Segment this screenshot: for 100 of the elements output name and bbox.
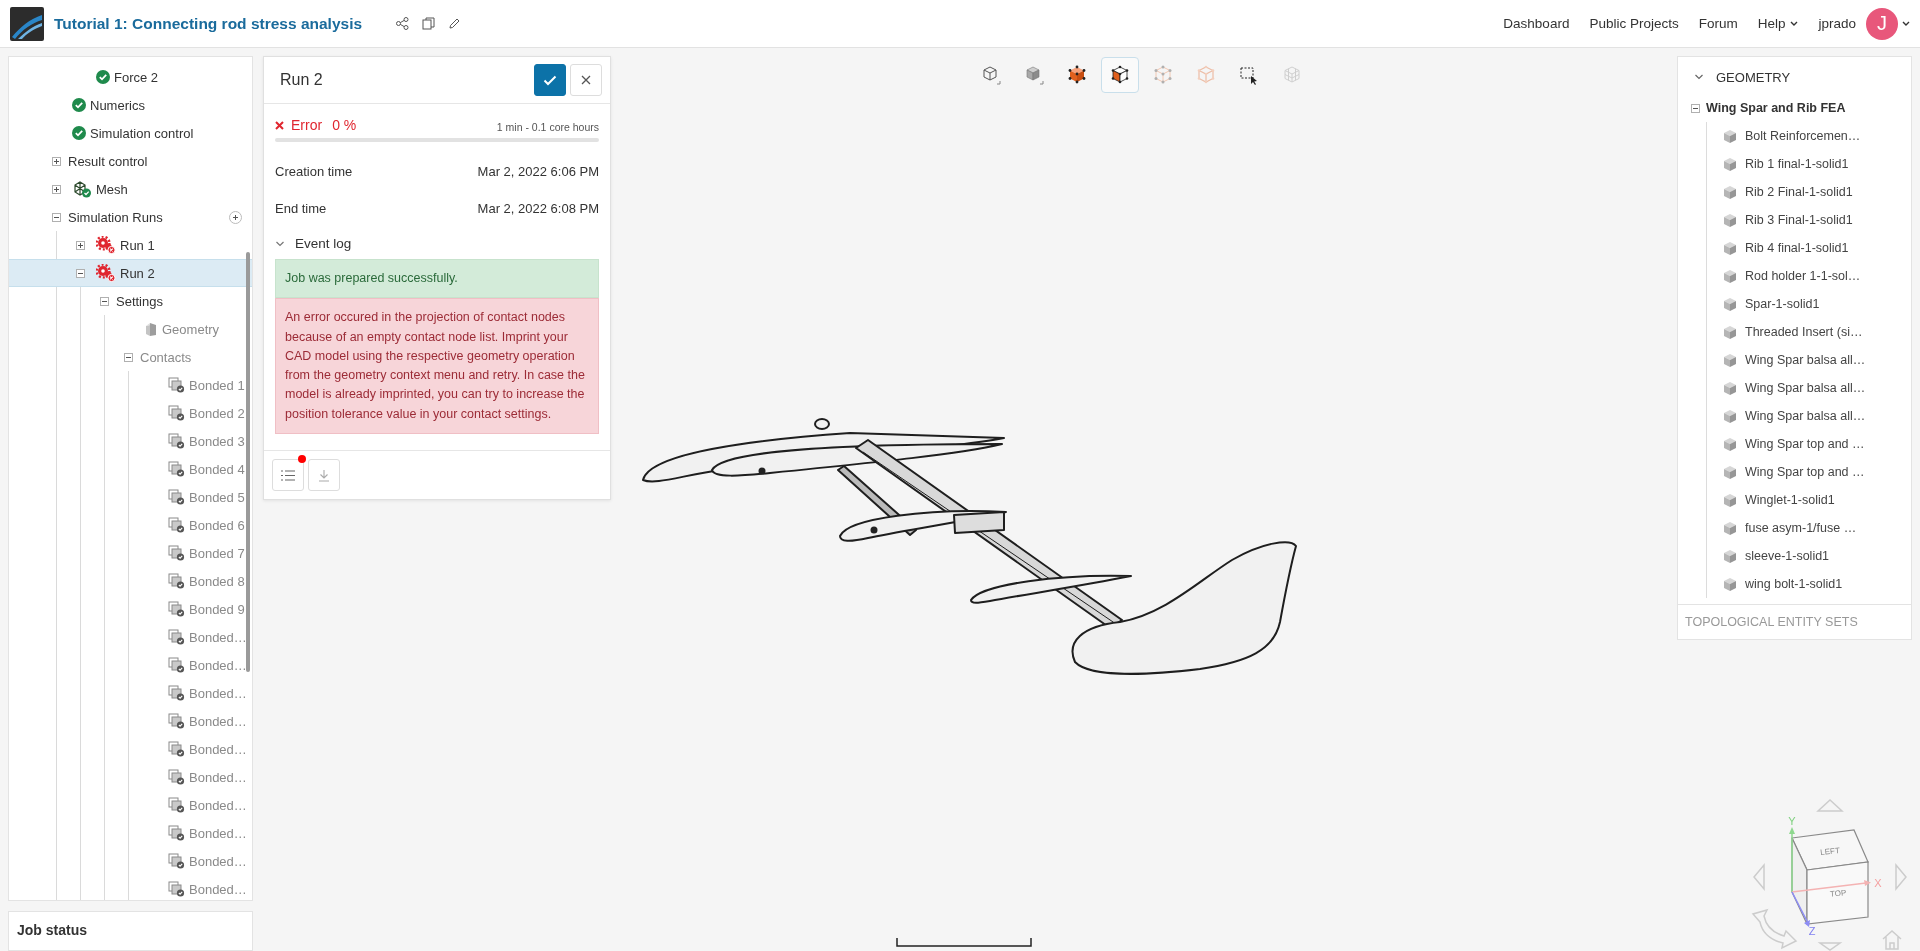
contact-pair-icon bbox=[168, 461, 185, 477]
axis-label: Z bbox=[1808, 925, 1816, 937]
check-circle-icon bbox=[72, 126, 86, 140]
section-header[interactable]: GEOMETRY bbox=[1678, 60, 1911, 94]
axis-label: Y bbox=[1788, 815, 1796, 827]
confirm-button[interactable] bbox=[534, 64, 566, 96]
tree-item[interactable]: Rib 3 Final-1-solid1 bbox=[1707, 206, 1911, 234]
help-menu[interactable]: Help bbox=[1757, 16, 1799, 31]
nav-link[interactable]: Public Projects bbox=[1589, 16, 1679, 31]
run-duration: 1 min - 0.1 core hours bbox=[496, 121, 599, 133]
view-mode-button[interactable] bbox=[1100, 57, 1139, 93]
collapse-toggle[interactable] bbox=[100, 296, 109, 306]
contact-pair-icon bbox=[168, 657, 185, 673]
cube-icon bbox=[1723, 380, 1737, 396]
tree-item[interactable]: Wing Spar top and … bbox=[1707, 458, 1911, 486]
status-label: Error bbox=[275, 117, 323, 133]
tree-item[interactable]: Run 2 bbox=[9, 259, 252, 287]
share-icon[interactable] bbox=[396, 17, 410, 30]
tree-item[interactable]: Rib 1 final-1-solid1 bbox=[1707, 150, 1911, 178]
mesh-cube-icon bbox=[1281, 65, 1302, 85]
project-title[interactable]: Tutorial 1: Connecting rod stress analysis bbox=[54, 14, 363, 33]
nav-link[interactable]: Dashboard bbox=[1503, 16, 1570, 31]
view-cube[interactable] bbox=[1791, 829, 1869, 925]
contact-pair-icon bbox=[168, 489, 185, 505]
tree-item[interactable]: Threaded Insert (si… bbox=[1707, 318, 1911, 346]
cube-icon bbox=[1723, 464, 1737, 480]
contact-pair-icon bbox=[168, 881, 185, 897]
copy-icon[interactable] bbox=[422, 17, 436, 30]
contact-pair-icon bbox=[168, 629, 185, 645]
tree-item[interactable]: Wing Spar top and … bbox=[1707, 430, 1911, 458]
z-axis bbox=[1791, 891, 1810, 927]
expand-toggle[interactable] bbox=[76, 240, 85, 250]
tree-item[interactable]: Winglet-1-solid1 bbox=[1707, 486, 1911, 514]
contact-pair-icon bbox=[168, 769, 185, 785]
mesh-icon bbox=[72, 180, 92, 198]
expand-toggle[interactable] bbox=[52, 156, 61, 166]
tree-item[interactable]: Wing Spar balsa all… bbox=[1707, 374, 1911, 402]
tree-item[interactable]: sleeve-1-solid1 bbox=[1707, 542, 1911, 570]
solid-cube-vertices-icon bbox=[1066, 65, 1087, 85]
collapse-toggle[interactable] bbox=[1691, 103, 1700, 113]
tree-item[interactable]: Force 2 bbox=[9, 63, 252, 91]
tree-item[interactable]: Wing Spar and Rib FEA bbox=[1678, 94, 1911, 122]
progress-percent: 0 % bbox=[332, 117, 357, 133]
cube-icon bbox=[1723, 296, 1737, 312]
tree-item[interactable]: Rod holder 1-1-sol… bbox=[1707, 262, 1911, 290]
contact-pair-icon bbox=[168, 405, 185, 421]
tree-item[interactable]: Numerics bbox=[9, 91, 252, 119]
tree-item[interactable]: Run 1 bbox=[9, 231, 252, 259]
view-cube-widget[interactable]: LEFT TOP X Y Z bbox=[1720, 790, 1920, 951]
logo-icon[interactable] bbox=[10, 6, 44, 41]
cube-icon bbox=[1723, 324, 1737, 340]
cube-icon bbox=[1723, 156, 1737, 172]
field-label: End time bbox=[275, 201, 327, 216]
contact-pair-icon bbox=[168, 853, 185, 869]
cube-edges-icon bbox=[1195, 65, 1216, 85]
axis-label: X bbox=[1874, 877, 1882, 889]
add-circle-button[interactable] bbox=[229, 211, 242, 224]
tree-item[interactable]: Rib 2 Final-1-solid1 bbox=[1707, 178, 1911, 206]
caret-down-icon bbox=[1790, 21, 1799, 26]
chevron-down-icon bbox=[1694, 72, 1704, 82]
collapse-toggle[interactable] bbox=[52, 212, 61, 222]
contact-pair-icon bbox=[168, 601, 185, 617]
tree-item[interactable]: Bolt Reinforcemen… bbox=[1707, 122, 1911, 150]
tree-item[interactable]: Simulation Runs bbox=[9, 203, 252, 231]
contact-pair-icon bbox=[168, 685, 185, 701]
tree-item[interactable]: Mesh bbox=[9, 175, 252, 203]
tree-item[interactable]: Rib 4 final-1-solid1 bbox=[1707, 234, 1911, 262]
tree-item[interactable]: Wing Spar balsa all… bbox=[1707, 346, 1911, 374]
block-icon bbox=[144, 321, 158, 337]
tree-item[interactable]: wing bolt-1-solid1 bbox=[1707, 570, 1911, 598]
nav-link[interactable]: Forum bbox=[1698, 16, 1738, 31]
contact-pair-icon bbox=[168, 573, 185, 589]
pencil-icon[interactable] bbox=[448, 17, 462, 30]
tree-item[interactable]: Result control bbox=[9, 147, 252, 175]
error-x-icon bbox=[275, 120, 284, 130]
list-icon bbox=[281, 469, 295, 481]
tree-item[interactable]: Spar-1-solid1 bbox=[1707, 290, 1911, 318]
contact-pair-icon bbox=[168, 741, 185, 757]
cube-icon bbox=[1723, 240, 1737, 256]
close-button[interactable] bbox=[570, 64, 602, 96]
event-log-toggle[interactable]: Event log bbox=[275, 236, 599, 251]
contact-pair-icon bbox=[168, 377, 185, 393]
tree-item[interactable]: Settings bbox=[9, 287, 252, 315]
tree-item[interactable]: Simulation control bbox=[9, 119, 252, 147]
scrollbar[interactable] bbox=[246, 252, 250, 672]
close-icon bbox=[581, 75, 591, 85]
username-link[interactable]: jprado bbox=[1818, 16, 1856, 31]
contact-pair-icon bbox=[168, 713, 185, 729]
gears-error-icon bbox=[96, 236, 116, 254]
y-axis bbox=[1789, 827, 1795, 893]
cube-icon bbox=[1723, 352, 1737, 368]
cube-icon bbox=[1723, 492, 1737, 508]
tree-item[interactable]: Wing Spar balsa all… bbox=[1707, 402, 1911, 430]
error-message: An error occured in the projection of contact nodes because of an empty contact node list. Imprint your CAD model using the respective geometry operation from the geometry context menu and retry. In case the model is already imprinted, you can try to increase the position tolerance value in your contact settings. bbox=[275, 298, 599, 435]
check-icon bbox=[543, 74, 557, 86]
tree-item[interactable]: fuse asym-1/fuse … bbox=[1707, 514, 1911, 542]
collapse-toggle[interactable] bbox=[76, 268, 85, 278]
contact-pair-icon bbox=[168, 433, 185, 449]
contact-pair-icon bbox=[168, 545, 185, 561]
expand-toggle[interactable] bbox=[52, 184, 61, 194]
